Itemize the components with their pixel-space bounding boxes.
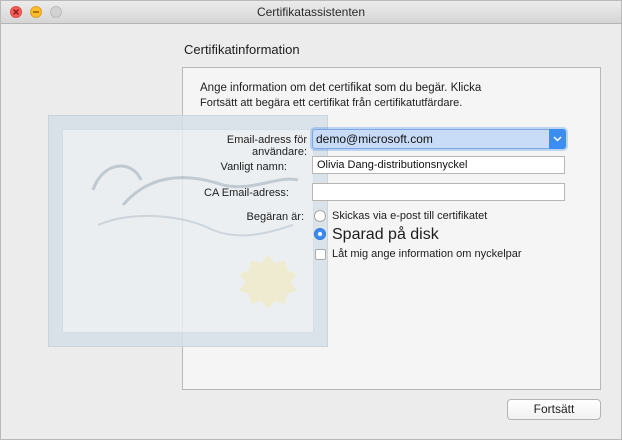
radio-saved-to-disk[interactable]: [314, 228, 326, 240]
intro-text: Ange information om det certifikat som d…: [200, 81, 580, 111]
email-label: Email-adress för användare:: [226, 134, 307, 158]
common-name-field[interactable]: [312, 156, 565, 174]
radio-send-email[interactable]: [314, 210, 326, 222]
certificate-assistant-window: Certifikatassistenten Certifikatinformat…: [0, 0, 622, 440]
intro-line-1: Ange information om det certifikat som d…: [200, 82, 482, 94]
common-name-label: Vanligt namn:: [220, 161, 287, 173]
intro-line-2: Fortsätt att begära ett certifikat från …: [200, 97, 463, 109]
option-saved-to-disk-label[interactable]: Sparad på disk: [332, 226, 439, 244]
title-bar[interactable]: Certifikatassistenten: [1, 1, 621, 24]
key-pair-checkbox[interactable]: [315, 249, 326, 260]
email-value: demo@microsoft.com: [316, 132, 433, 146]
email-combobox[interactable]: demo@microsoft.com: [312, 129, 566, 149]
chevron-down-icon[interactable]: [549, 129, 566, 149]
window-title: Certifikatassistenten: [256, 5, 366, 19]
continue-button[interactable]: Fortsätt: [507, 399, 601, 420]
section-title: Certifikatinformation: [184, 42, 300, 57]
ca-email-field[interactable]: [312, 183, 565, 201]
ca-email-label: CA Email-adress:: [204, 187, 289, 199]
option-send-email-label[interactable]: Skickas via e-post till certifikatet: [332, 210, 487, 222]
key-pair-checkbox-label[interactable]: Låt mig ange information om nyckelpar: [332, 248, 522, 260]
request-label: Begäran är:: [246, 211, 304, 223]
